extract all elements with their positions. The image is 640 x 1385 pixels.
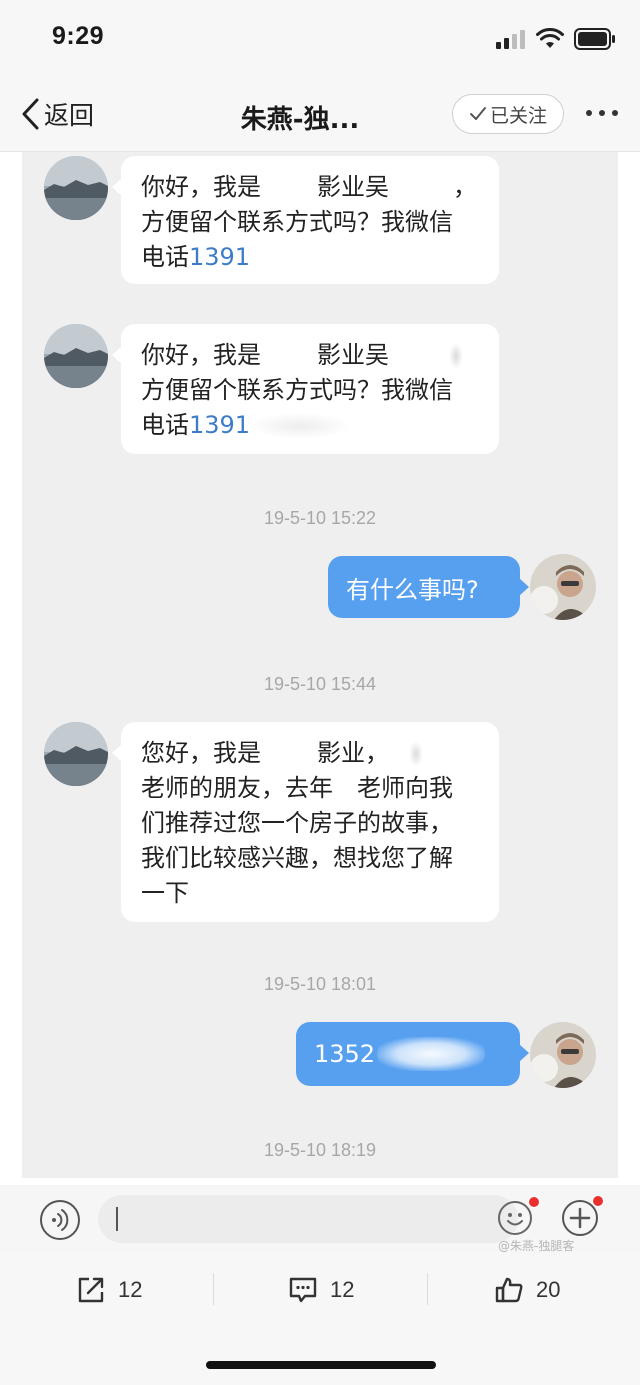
message-line: 我们比较感兴趣，想找您了解 [141,844,453,872]
sender-avatar[interactable] [44,722,108,786]
phone-link[interactable]: 1391 [189,411,250,439]
message-input[interactable] [98,1195,518,1243]
page-title: 朱燕-独... [240,105,360,135]
back-label: 返回 [44,101,95,130]
chevron-left-icon [22,98,39,130]
follow-label: 已关注 [489,104,547,127]
plus-icon [569,1207,591,1229]
navigation-bar: 返回 朱燕-独... 已关注 [0,80,640,152]
message-line: 一下 [141,879,189,907]
cellular-signal-icon [496,30,525,49]
checkmark-icon [469,107,486,120]
text-cursor [116,1207,118,1231]
message-bubble-incoming[interactable]: 你好，我是 影业吴 方便留个联系方式吗？我微信 电话1391 [112,324,499,454]
message-input-bar: @朱燕-独腿客 [0,1185,640,1253]
more-options-button[interactable] [586,110,618,116]
message-line: 们推荐过您一个房子的故事， [141,809,453,837]
message-line: 方便留个联系方式吗？我微信 [141,376,453,404]
redacted-text [252,244,371,272]
wifi-icon [536,28,564,48]
comment-count: 12 [330,1277,355,1302]
battery-icon [574,28,615,50]
comment-icon [289,1277,317,1303]
message-bubble-outgoing[interactable]: 1352 [296,1022,529,1086]
message-line: 方便留个联系方式吗？我微信 [141,208,453,236]
message-line: 老师的朋友，去年 老师向我 [141,774,453,802]
add-attachment-button[interactable] [562,1200,598,1236]
message-bubble-incoming[interactable]: 你好，我是 影业吴， 方便留个联系方式吗？我微信 电话1391 [112,156,499,284]
share-icon [78,1277,104,1303]
landscape-avatar-icon [44,156,108,220]
own-avatar[interactable] [530,554,596,620]
redacted-text [250,413,351,439]
like-count: 20 [536,1277,561,1302]
message-timestamp: 19-5-10 15:22 [263,508,377,528]
divider [427,1273,428,1305]
message-timestamp: 19-5-10 18:19 [263,1140,377,1160]
message-text: 有什么事吗? [346,575,479,604]
like-button[interactable]: 20 [494,1273,560,1307]
own-avatar[interactable] [530,1022,596,1088]
redacted-text [377,1037,486,1071]
comment-button[interactable]: 12 [288,1273,354,1307]
message-bubble-incoming[interactable]: 您好，我是 影业， 老师的朋友，去年 老师向我 们推荐过您一个房子的故事， 我们比较… [112,722,499,922]
person-avatar-icon [530,1022,596,1088]
home-indicator [206,1361,436,1369]
more-dot-icon [599,110,605,116]
status-icons [496,28,616,50]
sender-avatar[interactable] [44,156,108,220]
sender-avatar[interactable] [44,324,108,388]
voice-wave-icon [52,1209,69,1231]
message-timestamp: 19-5-10 15:44 [263,674,377,694]
message-line: 电话1391 [141,408,483,443]
landscape-avatar-icon [44,324,108,388]
divider [213,1273,214,1305]
thumbs-up-icon [495,1277,523,1303]
person-avatar-icon [530,554,596,620]
chat-history[interactable]: 你好，我是 影业吴， 方便留个联系方式吗？我微信 电话1391 你好，我是 影业吴 … [22,152,618,1178]
status-bar: 9:29 [0,0,640,80]
message-text: 1352 [314,1040,376,1068]
notification-dot [528,1196,540,1208]
share-count: 12 [118,1277,143,1302]
more-dot-icon [612,110,618,116]
message-line: 你好，我是 影业吴 [141,338,483,373]
phone-link[interactable]: 1391 [189,243,250,271]
back-button[interactable]: 返回 [20,96,94,132]
landscape-avatar-icon [44,722,108,786]
smiley-icon [507,1213,523,1226]
status-time: 9:29 [52,22,105,50]
message-line: 你好，我是 影业吴， [141,173,477,201]
message-timestamp: 19-5-10 18:01 [263,974,377,994]
notification-dot [592,1195,604,1207]
emoji-button[interactable] [498,1201,532,1235]
message-line: 电话1391 [141,240,483,275]
watermark: @朱燕-独腿客 [498,1239,575,1253]
message-bubble-outgoing[interactable]: 有什么事吗? [328,556,529,618]
follow-button[interactable]: 已关注 [452,94,564,134]
more-dot-icon [586,110,592,116]
message-line: 您好，我是 影业， [141,736,483,771]
voice-input-button[interactable] [40,1200,80,1240]
share-button[interactable]: 12 [76,1273,142,1307]
